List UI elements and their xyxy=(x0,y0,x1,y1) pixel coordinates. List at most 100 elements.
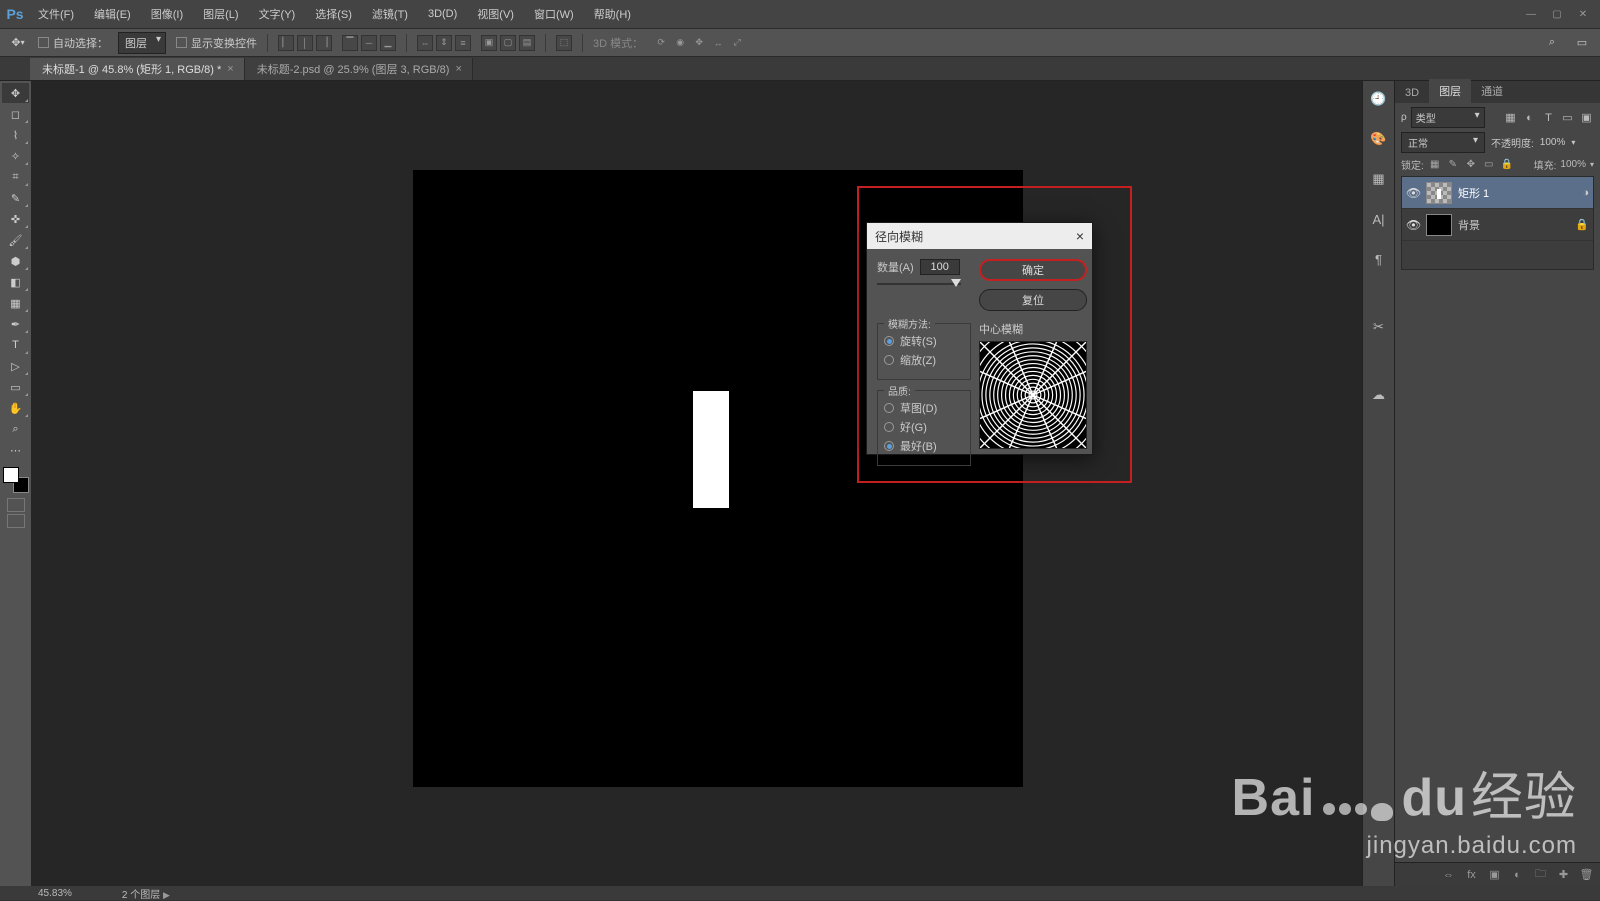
zoom-tool[interactable]: ⌕ xyxy=(2,419,29,439)
panel-tab-layers[interactable]: 图层 xyxy=(1429,79,1471,103)
character-panel-icon[interactable]: A| xyxy=(1369,209,1389,229)
3d-orbit-icon[interactable]: ⟳ xyxy=(653,35,669,51)
new-layer-icon[interactable]: ✚ xyxy=(1556,867,1571,882)
filter-adjust-icon[interactable]: ◐ xyxy=(1522,110,1537,125)
amount-input[interactable]: 100 xyxy=(920,259,960,275)
move-tool[interactable]: ✥ xyxy=(2,83,29,103)
paragraph-panel-icon[interactable]: ¶ xyxy=(1369,249,1389,269)
method-zoom-radio[interactable]: 缩放(Z) xyxy=(884,352,964,368)
layer-thumbnail[interactable] xyxy=(1426,182,1452,204)
distribute-v-icon[interactable]: ⇕ xyxy=(436,35,452,51)
swatches-panel-icon[interactable]: ▦ xyxy=(1369,169,1389,189)
magic-wand-tool[interactable]: ✧ xyxy=(2,146,29,166)
brush-tool[interactable]: 🖌 xyxy=(2,230,29,250)
layer-group-icon[interactable]: 🗀 xyxy=(1533,867,1548,882)
tab-close-icon[interactable]: × xyxy=(227,63,233,75)
quality-good-radio[interactable]: 好(G) xyxy=(884,419,964,435)
crop-tool[interactable]: ⌗ xyxy=(2,167,29,187)
panel-tab-3d[interactable]: 3D xyxy=(1395,83,1429,103)
workspace-switch-icon[interactable]: ▭ xyxy=(1572,33,1592,53)
layer-name[interactable]: 矩形 1 xyxy=(1458,185,1489,201)
edit-toolbar[interactable]: ⋯ xyxy=(2,440,29,460)
eraser-tool[interactable]: ◧ xyxy=(2,272,29,292)
layer-style-icon[interactable]: ◑ xyxy=(1582,187,1589,199)
window-maximize-icon[interactable]: ▢ xyxy=(1550,9,1564,20)
show-transform-checkbox[interactable]: 显示变换控件 xyxy=(176,35,257,51)
lock-position-icon[interactable]: ✥ xyxy=(1464,158,1478,172)
quickmask-icon[interactable] xyxy=(7,498,25,512)
ok-button[interactable]: 确定 xyxy=(979,259,1087,281)
menu-3d[interactable]: 3D(D) xyxy=(420,4,465,24)
align-right-icon[interactable]: ▕ xyxy=(316,35,332,51)
properties-panel-icon[interactable]: ✂ xyxy=(1369,317,1389,337)
layer-mask-icon[interactable]: ▣ xyxy=(1487,867,1502,882)
align-top-icon[interactable]: ▔ xyxy=(342,35,358,51)
canvas-area[interactable] xyxy=(31,81,1362,886)
screenmode-icon[interactable] xyxy=(7,514,25,528)
distribute-h-icon[interactable]: ⇔ xyxy=(417,35,433,51)
layer-row[interactable]: 👁 背景 🔒 xyxy=(1402,209,1593,241)
move-tool-icon[interactable]: ✥▾ xyxy=(8,33,28,53)
amount-slider[interactable] xyxy=(877,279,961,289)
reset-button[interactable]: 复位 xyxy=(979,289,1087,311)
menu-type[interactable]: 文字(Y) xyxy=(251,2,304,26)
arrange-front-icon[interactable]: ▣ xyxy=(481,35,497,51)
align-hcenter-icon[interactable]: │ xyxy=(297,35,313,51)
quality-draft-radio[interactable]: 草图(D) xyxy=(884,400,964,416)
layer-filter-kind[interactable]: 类型▾ xyxy=(1411,107,1485,128)
filter-pixel-icon[interactable]: ▦ xyxy=(1503,110,1518,125)
foreground-color-swatch[interactable] xyxy=(3,467,19,483)
eyedropper-tool[interactable]: ✎ xyxy=(2,188,29,208)
auto-align-icon[interactable]: ⬚ xyxy=(556,35,572,51)
layer-row[interactable]: 👁 矩形 1 ◑ xyxy=(1402,177,1593,209)
color-panel-icon[interactable]: 🎨 xyxy=(1369,129,1389,149)
menu-window[interactable]: 窗口(W) xyxy=(526,2,582,26)
auto-select-checkbox[interactable]: 自动选择： xyxy=(38,35,108,51)
blur-center-preview[interactable] xyxy=(979,341,1087,449)
document-tab-1[interactable]: 未标题-1 @ 45.8% (矩形 1, RGB/8) * × xyxy=(30,58,245,80)
filter-type-icon[interactable]: T xyxy=(1541,110,1556,125)
distribute-icon[interactable]: ≡ xyxy=(455,35,471,51)
visibility-toggle-icon[interactable]: 👁 xyxy=(1406,218,1420,232)
color-swatches[interactable] xyxy=(3,467,29,493)
method-spin-radio[interactable]: 旋转(S) xyxy=(884,333,964,349)
layer-thumbnail[interactable] xyxy=(1426,214,1452,236)
panel-tab-channels[interactable]: 通道 xyxy=(1471,79,1513,103)
status-info[interactable]: 2 个图层 xyxy=(122,890,160,901)
fill-value[interactable]: 100% xyxy=(1560,159,1586,170)
checkbox-icon[interactable] xyxy=(38,37,49,48)
link-layers-icon[interactable]: ⇔ xyxy=(1441,867,1456,882)
opacity-value[interactable]: 100% xyxy=(1540,137,1566,148)
dialog-titlebar[interactable]: 径向模糊 × xyxy=(867,223,1092,249)
healing-brush-tool[interactable]: ✜ xyxy=(2,209,29,229)
tab-close-icon[interactable]: × xyxy=(455,63,461,75)
hand-tool[interactable]: ✋ xyxy=(2,398,29,418)
status-menu-icon[interactable]: ▶ xyxy=(163,890,170,900)
menu-filter[interactable]: 滤镜(T) xyxy=(364,2,416,26)
align-bottom-icon[interactable]: ▁ xyxy=(380,35,396,51)
menu-image[interactable]: 图像(I) xyxy=(143,2,191,26)
menu-select[interactable]: 选择(S) xyxy=(307,2,360,26)
3d-roll-icon[interactable]: ◉ xyxy=(672,35,688,51)
radio-icon[interactable] xyxy=(884,355,894,365)
pen-tool[interactable]: ✒ xyxy=(2,314,29,334)
blend-mode-dropdown[interactable]: 正常▾ xyxy=(1401,132,1485,153)
3d-scale-icon[interactable]: ⤢ xyxy=(729,35,745,51)
visibility-toggle-icon[interactable]: 👁 xyxy=(1406,186,1420,200)
path-select-tool[interactable]: ▷ xyxy=(2,356,29,376)
type-tool[interactable]: T xyxy=(2,335,29,355)
shape-tool[interactable]: ▭ xyxy=(2,377,29,397)
radio-icon[interactable] xyxy=(884,441,894,451)
status-zoom[interactable]: 45.83% xyxy=(38,888,72,899)
window-minimize-icon[interactable]: — xyxy=(1524,9,1538,20)
quality-best-radio[interactable]: 最好(B) xyxy=(884,438,964,454)
gradient-tool[interactable]: ▦ xyxy=(2,293,29,313)
lock-transparency-icon[interactable]: ▦ xyxy=(1428,158,1442,172)
layer-style-icon[interactable]: fx xyxy=(1464,867,1479,882)
arrange-icon[interactable]: ▤ xyxy=(519,35,535,51)
3d-slide-icon[interactable]: ↔ xyxy=(710,35,726,51)
3d-pan-icon[interactable]: ✥ xyxy=(691,35,707,51)
filter-shape-icon[interactable]: ▭ xyxy=(1560,110,1575,125)
slider-thumb-icon[interactable] xyxy=(951,279,961,287)
dialog-close-icon[interactable]: × xyxy=(1076,228,1084,244)
